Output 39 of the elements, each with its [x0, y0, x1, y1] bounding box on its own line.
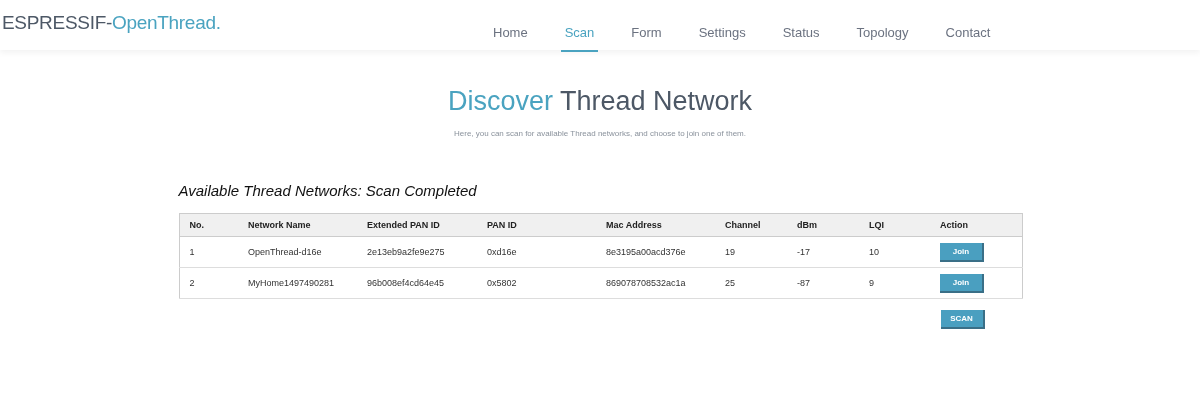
- table-cell: 869078708532ac1a: [596, 267, 715, 299]
- column-header: Extended PAN ID: [357, 213, 477, 237]
- column-header: Action: [930, 213, 1022, 237]
- nav-tab[interactable]: Home: [489, 25, 532, 52]
- column-header: Channel: [715, 213, 787, 237]
- join-button[interactable]: Join: [940, 273, 984, 293]
- table-cell: 96b008ef4cd64e45: [357, 267, 477, 299]
- table-cell: 8e3195a00acd376e: [596, 236, 715, 268]
- table-cell: 19: [715, 236, 787, 268]
- table-cell: 25: [715, 267, 787, 299]
- column-header: Network Name: [238, 213, 357, 237]
- table-cell: MyHome1497490281: [238, 267, 357, 299]
- table-cell: 2: [179, 267, 238, 299]
- nav-tab[interactable]: Topology: [852, 25, 913, 52]
- column-header: Mac Address: [596, 213, 715, 237]
- brand-logo[interactable]: ESPRESSIF-OpenThread.: [0, 0, 474, 34]
- table-cell: 0xd16e: [477, 236, 596, 268]
- column-header: dBm: [787, 213, 859, 237]
- table-cell: 1: [179, 236, 238, 268]
- table-cell: 0x5802: [477, 267, 596, 299]
- page-subtitle: Here, you can scan for available Thread networks, and choose to join one of them.: [454, 129, 746, 138]
- column-header: PAN ID: [477, 213, 596, 237]
- nav-tab[interactable]: Form: [627, 25, 666, 52]
- column-header: LQI: [859, 213, 930, 237]
- table-cell: 9: [859, 267, 930, 299]
- nav-tab[interactable]: Contact: [941, 25, 995, 52]
- page-title: Discover Thread Network: [447, 86, 753, 117]
- nav-tab[interactable]: Scan: [560, 25, 599, 52]
- table-cell: -17: [787, 236, 859, 268]
- scan-button[interactable]: SCAN: [940, 310, 985, 329]
- table-cell: 10: [859, 236, 930, 268]
- table-cell: OpenThread-d16e: [238, 236, 357, 268]
- table-cell: 2e13eb9a2fe9e275: [357, 236, 477, 268]
- join-button[interactable]: Join: [940, 242, 984, 262]
- nav-tab[interactable]: Status: [778, 25, 824, 52]
- table-cell: -87: [787, 267, 859, 299]
- column-header: No.: [179, 213, 238, 237]
- nav-tab[interactable]: Settings: [694, 25, 750, 52]
- section-title: Available Thread Networks: Scan Completed: [178, 182, 478, 199]
